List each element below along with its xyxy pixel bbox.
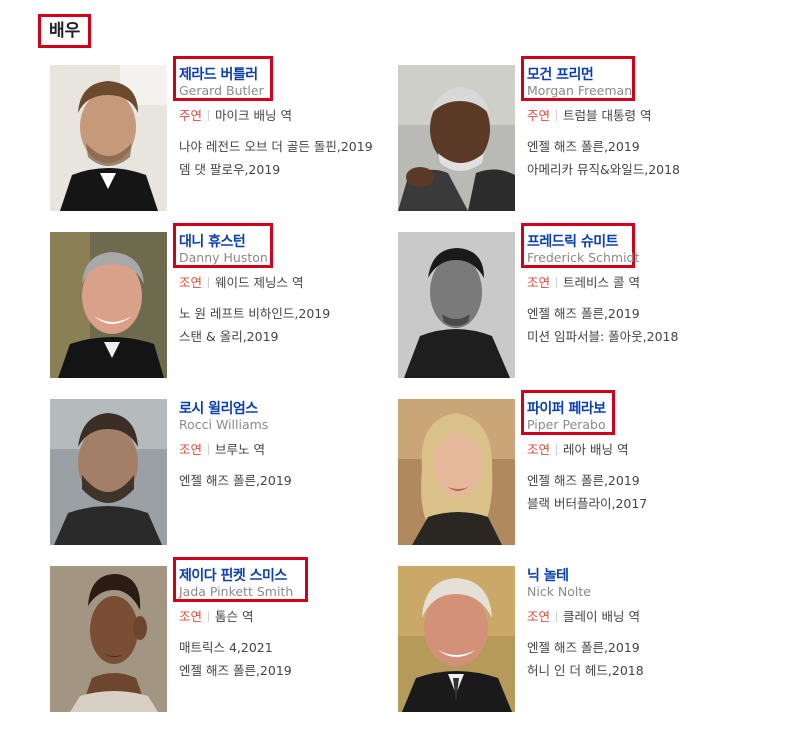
actor-card: 닉 놀테 Nick Nolte 조연 클레이 배닝 역 엔젤 해즈 폴른,2019…: [398, 566, 738, 716]
divider: [208, 444, 210, 455]
divider: [556, 110, 558, 121]
role-name: 트레비스 콜 역: [563, 275, 640, 290]
actor-photo[interactable]: [50, 65, 167, 211]
divider: [208, 277, 210, 288]
role-type: 조연: [179, 609, 203, 624]
role-type: 조연: [527, 609, 551, 624]
actor-name-english[interactable]: Rocci Williams: [179, 417, 268, 432]
filmography-item[interactable]: 매트릭스 4,2021: [179, 637, 273, 656]
role-name: 마이크 배닝 역: [215, 108, 292, 123]
filmography-item[interactable]: 스탠 & 올리,2019: [179, 326, 278, 345]
filmography-item[interactable]: 엔젤 해즈 폴른,2019: [179, 470, 292, 489]
actor-name-korean[interactable]: 프레드릭 슈미트: [527, 231, 619, 251]
role-type: 주연: [179, 108, 203, 123]
role-name: 브루노 역: [215, 442, 265, 457]
actor-name-korean[interactable]: 닉 놀테: [527, 565, 569, 585]
filmography-item[interactable]: 블랙 버터플라이,2017: [527, 493, 647, 512]
divider: [208, 110, 210, 121]
filmography-item[interactable]: 엔젤 해즈 폴른,2019: [527, 303, 640, 322]
divider: [556, 444, 558, 455]
actor-card: 로시 윌리엄스 Rocci Williams 조연 브루노 역 엔젤 해즈 폴른,…: [50, 399, 390, 549]
actor-name-english[interactable]: Danny Huston: [179, 250, 268, 265]
filmography-item[interactable]: 허니 인 더 헤드,2018: [527, 660, 644, 679]
actor-name-english[interactable]: Morgan Freeman: [527, 83, 632, 98]
role-line: 조연 트레비스 콜 역: [527, 272, 640, 291]
actor-card: 제이다 핀켓 스미스 Jada Pinkett Smith 조연 톰슨 역 매트릭…: [50, 557, 390, 716]
role-type: 조연: [179, 442, 203, 457]
role-type: 주연: [527, 108, 551, 123]
filmography-item[interactable]: 엔젤 해즈 폴른,2019: [527, 136, 640, 155]
actor-card: 대니 휴스턴 Danny Huston 조연 웨이드 제닝스 역 노 원 레프트 …: [50, 223, 390, 382]
filmography-item[interactable]: 엔젤 해즈 폴른,2019: [179, 660, 292, 679]
actor-name-english[interactable]: Frederick Schmidt: [527, 250, 639, 265]
role-type: 조연: [179, 275, 203, 290]
actor-name-korean[interactable]: 모건 프리먼: [527, 64, 594, 84]
actor-card: 파이퍼 페라보 Piper Perabo 조연 레아 배닝 역 엔젤 해즈 폴른,…: [398, 390, 738, 549]
role-name: 톰슨 역: [215, 609, 254, 624]
filmography-item[interactable]: 엔젤 해즈 폴른,2019: [527, 637, 640, 656]
role-name: 웨이드 제닝스 역: [215, 275, 304, 290]
filmography-item[interactable]: 나야 레전드 오브 더 골든 돌핀,2019: [179, 136, 373, 155]
actor-photo[interactable]: [398, 232, 515, 378]
role-line: 조연 클레이 배닝 역: [527, 606, 640, 625]
role-name: 레아 배닝 역: [563, 442, 629, 457]
actor-photo[interactable]: [50, 399, 167, 545]
role-name: 클레이 배닝 역: [563, 609, 640, 624]
role-line: 주연 트럼블 대통령 역: [527, 105, 651, 124]
actor-photo[interactable]: [50, 566, 167, 712]
actor-photo[interactable]: [50, 232, 167, 378]
role-line: 주연 마이크 배닝 역: [179, 105, 292, 124]
filmography-item[interactable]: 노 원 레프트 비하인드,2019: [179, 303, 330, 322]
role-line: 조연 레아 배닝 역: [527, 439, 628, 458]
actor-photo[interactable]: [398, 399, 515, 545]
filmography-item[interactable]: 엔젤 해즈 폴른,2019: [527, 470, 640, 489]
actor-name-english[interactable]: Nick Nolte: [527, 584, 591, 599]
section-title: 배우: [38, 14, 91, 48]
actor-card: 제라드 버틀러 Gerard Butler 주연 마이크 배닝 역 나야 레전드 …: [50, 56, 390, 215]
actor-card: 모건 프리먼 Morgan Freeman 주연 트럼블 대통령 역 엔젤 해즈 …: [398, 56, 738, 215]
filmography-item[interactable]: 뎀 댓 팔로우,2019: [179, 159, 280, 178]
divider: [208, 611, 210, 622]
role-type: 조연: [527, 442, 551, 457]
actor-name-korean[interactable]: 대니 휴스턴: [179, 231, 246, 251]
divider: [556, 277, 558, 288]
actor-name-korean[interactable]: 로시 윌리엄스: [179, 398, 258, 418]
role-line: 조연 톰슨 역: [179, 606, 254, 625]
divider: [556, 611, 558, 622]
actor-name-english[interactable]: Gerard Butler: [179, 83, 264, 98]
filmography-item[interactable]: 미션 임파서블: 폴아웃,2018: [527, 326, 678, 345]
actor-name-english[interactable]: Piper Perabo: [527, 417, 606, 432]
actor-card: 프레드릭 슈미트 Frederick Schmidt 조연 트레비스 콜 역 엔젤…: [398, 223, 738, 382]
role-line: 조연 웨이드 제닝스 역: [179, 272, 303, 291]
filmography-item[interactable]: 아메리카 뮤직&와일드,2018: [527, 159, 680, 178]
actor-photo[interactable]: [398, 65, 515, 211]
role-name: 트럼블 대통령 역: [563, 108, 652, 123]
actor-name-korean[interactable]: 제이다 핀켓 스미스: [179, 565, 287, 585]
actor-name-korean[interactable]: 파이퍼 페라보: [527, 398, 606, 418]
role-line: 조연 브루노 역: [179, 439, 265, 458]
actor-name-korean[interactable]: 제라드 버틀러: [179, 64, 258, 84]
actor-photo[interactable]: [398, 566, 515, 712]
actor-name-english[interactable]: Jada Pinkett Smith: [179, 584, 293, 599]
role-type: 조연: [527, 275, 551, 290]
